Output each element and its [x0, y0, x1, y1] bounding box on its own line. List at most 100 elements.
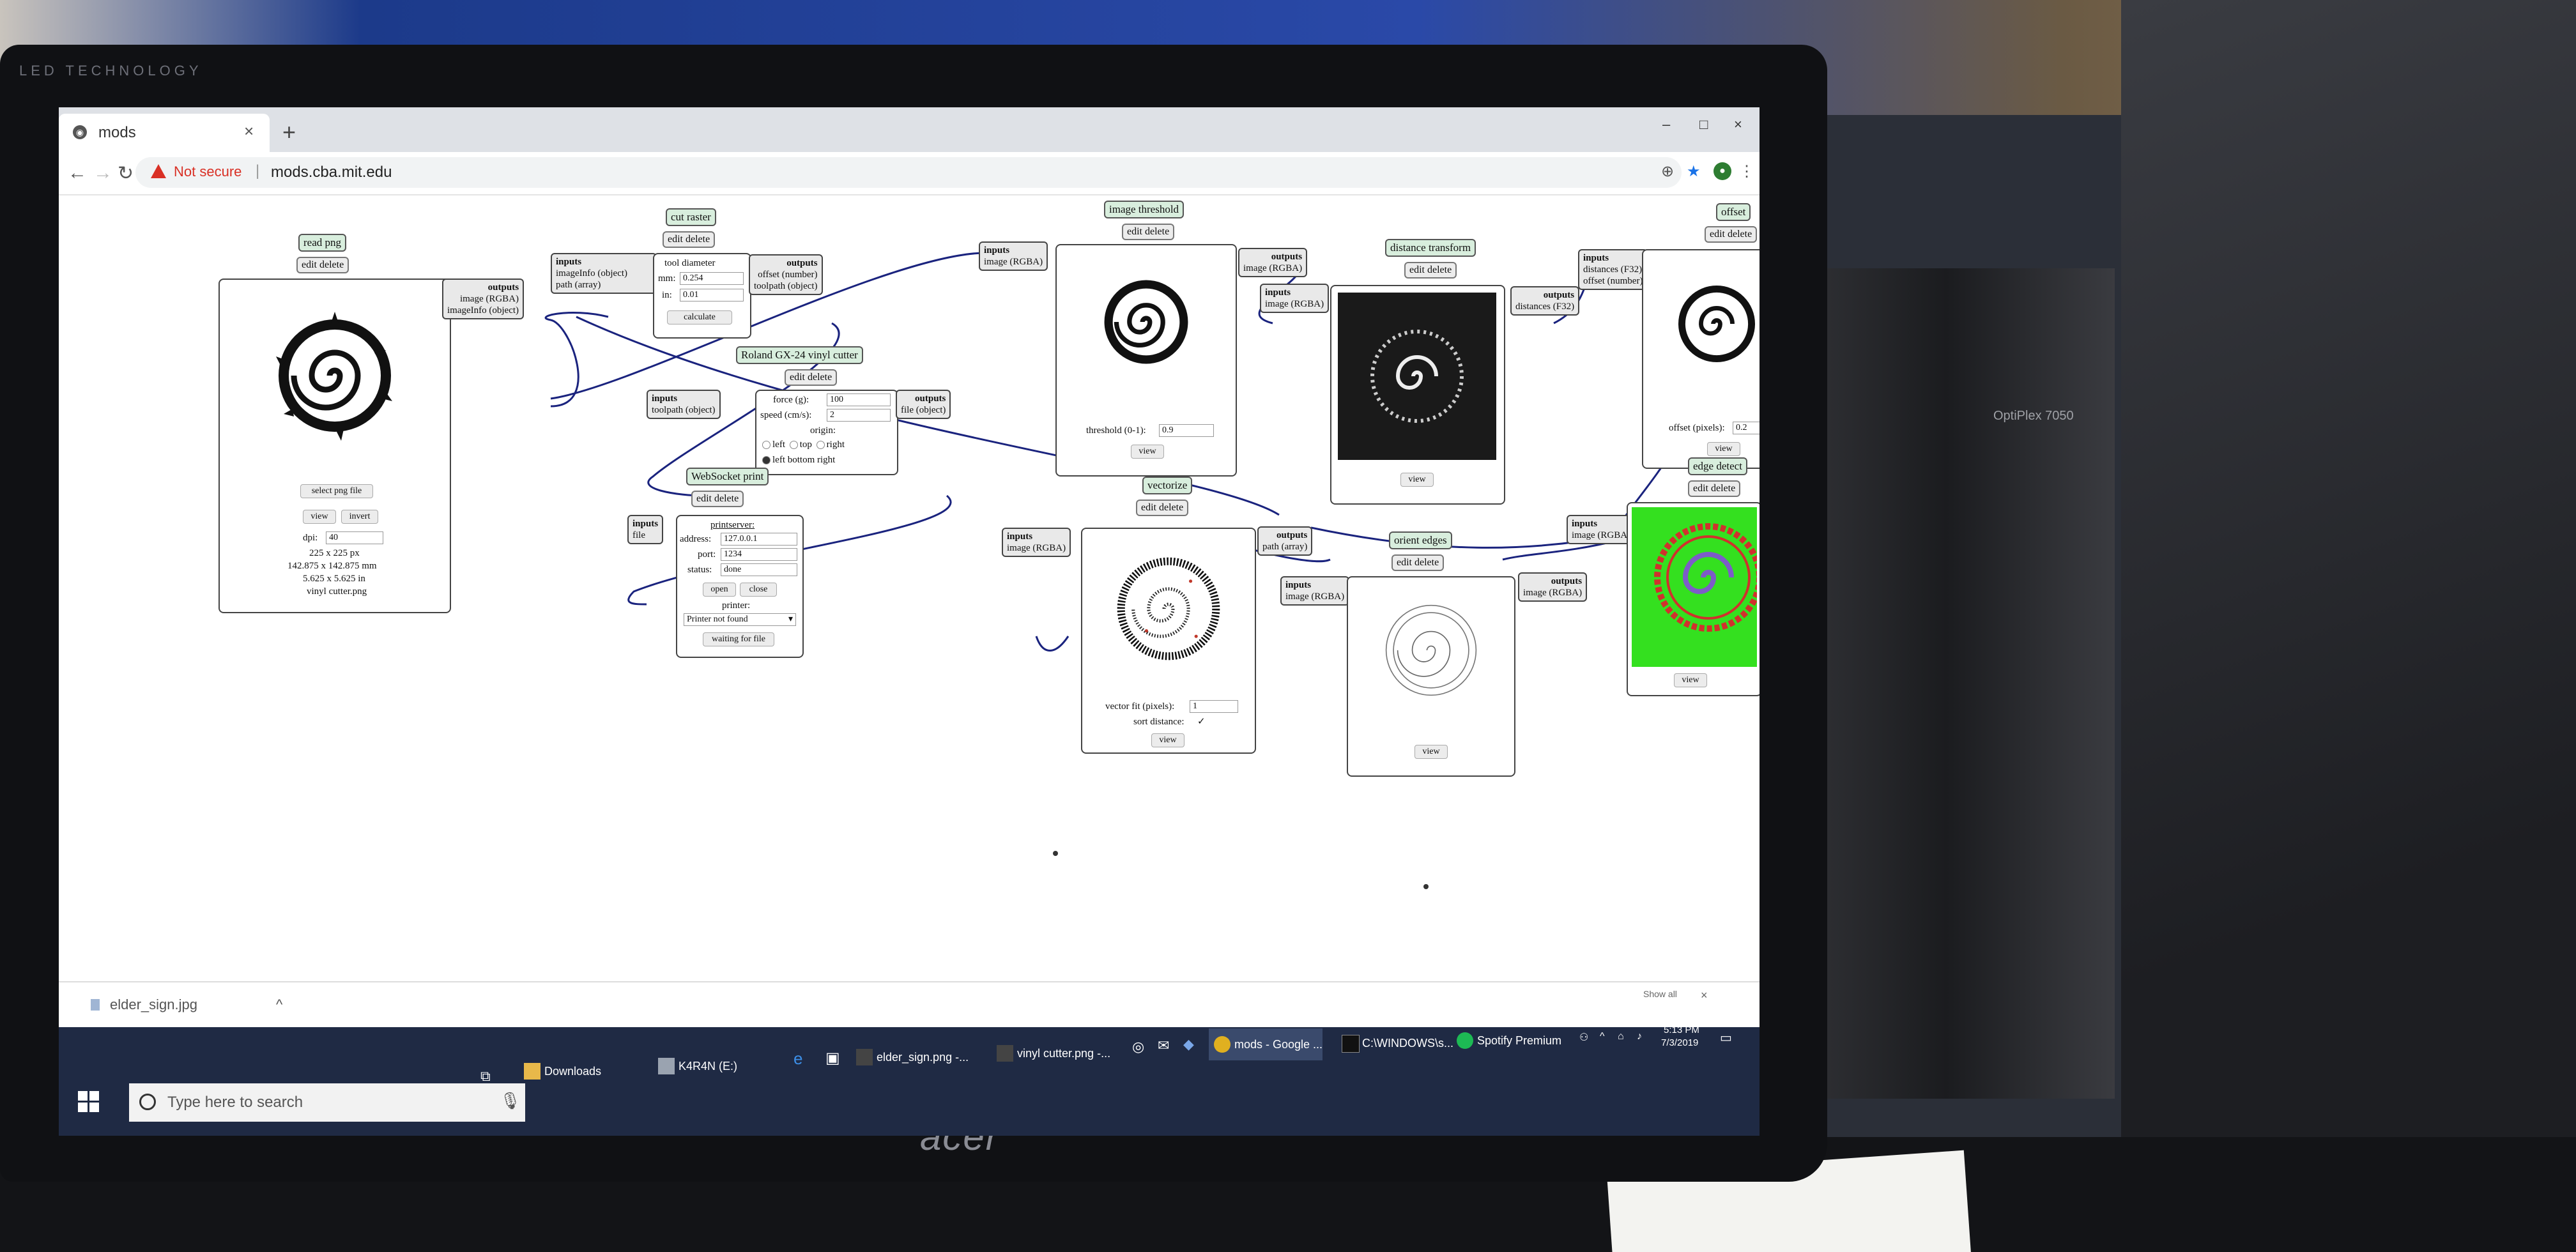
input-image-rgba[interactable]: image (RGBA) — [1285, 591, 1344, 602]
origin-radio-top-right[interactable] — [816, 441, 825, 450]
origin-radio-bottom-left[interactable] — [762, 456, 770, 465]
printer-select[interactable]: Printer not found ▾ — [684, 613, 796, 626]
taskbar-item-elder-sign[interactable]: elder_sign.png -... — [851, 1041, 969, 1073]
distance-transform-edit-delete[interactable]: edit delete — [1404, 262, 1457, 279]
orient-edges-inputs[interactable]: inputs image (RGBA) — [1280, 576, 1350, 606]
input-path[interactable]: path (array) — [556, 279, 652, 291]
roland-outputs[interactable]: outputs file (object) — [896, 390, 951, 419]
clock-time[interactable]: 5:13 PM — [1664, 1025, 1699, 1035]
orient-edges-title[interactable]: orient edges — [1389, 531, 1452, 549]
vectorize-outputs[interactable]: outputs path (array) — [1257, 526, 1313, 556]
notification-icon[interactable]: ▭ — [1720, 1030, 1732, 1046]
edge-detect-view-button[interactable]: view — [1674, 673, 1707, 687]
people-icon[interactable]: ⚇ — [1579, 1031, 1588, 1044]
network-icon[interactable]: ⌂ — [1618, 1031, 1624, 1042]
input-file[interactable]: file — [632, 530, 658, 541]
forward-arrow-icon[interactable]: → — [93, 162, 112, 184]
windows-start-icon[interactable] — [78, 1091, 100, 1113]
output-image-rgba[interactable]: image (RGBA) — [1243, 263, 1302, 274]
taskbar-item-drive[interactable]: K4R4N (E:) — [653, 1050, 737, 1082]
safari-icon[interactable]: ◎ — [1132, 1039, 1144, 1055]
downloads-close-icon[interactable]: × — [1701, 989, 1708, 1002]
read-png-invert-button[interactable]: invert — [341, 510, 378, 524]
tab-mods[interactable]: ◉ mods × — [59, 114, 270, 152]
show-all-link[interactable]: Show all — [1643, 989, 1677, 999]
input-image-rgba[interactable]: image (RGBA) — [1007, 542, 1066, 554]
address-input[interactable]: 127.0.0.1 — [721, 533, 797, 546]
output-path[interactable]: path (array) — [1262, 541, 1307, 553]
image-threshold-title[interactable]: image threshold — [1104, 201, 1184, 218]
roland-edit-delete[interactable]: edit delete — [785, 369, 838, 386]
input-offset[interactable]: offset (number) — [1583, 275, 1643, 287]
output-offset[interactable]: offset (number) — [754, 269, 817, 280]
roland-title[interactable]: Roland GX-24 vinyl cutter — [736, 346, 863, 364]
distance-transform-inputs[interactable]: inputs image (RGBA) — [1260, 284, 1330, 313]
new-tab-button[interactable]: + — [282, 119, 296, 146]
close-window-button[interactable]: × — [1734, 116, 1742, 133]
threshold-view-button[interactable]: view — [1131, 445, 1164, 459]
threshold-input[interactable]: 0.9 — [1159, 424, 1214, 437]
microphone-icon[interactable]: 🎙 — [500, 1091, 521, 1111]
read-png-edit-delete[interactable]: edit delete — [296, 257, 349, 273]
read-png-outputs[interactable]: outputs image (RGBA) imageInfo (object) — [442, 279, 525, 319]
orient-edges-view-button[interactable]: view — [1414, 745, 1448, 759]
input-image-rgba[interactable]: image (RGBA) — [984, 256, 1043, 268]
task-view-icon[interactable]: ⧉ — [480, 1068, 491, 1085]
vectorize-inputs[interactable]: inputs image (RGBA) — [1002, 528, 1071, 557]
tray-chevron-icon[interactable]: ^ — [1600, 1031, 1605, 1042]
input-toolpath[interactable]: toolpath (object) — [652, 404, 716, 416]
dpi-input[interactable]: 40 — [326, 531, 383, 544]
minimize-button[interactable]: – — [1662, 116, 1670, 133]
taskbar-search-box[interactable]: Type here to search 🎙 — [129, 1083, 525, 1122]
open-button[interactable]: open — [703, 583, 736, 597]
image-threshold-edit-delete[interactable]: edit delete — [1122, 224, 1175, 240]
taskbar-item-vinyl-cutter[interactable]: vinyl cutter.png -... — [992, 1037, 1110, 1069]
offset-view-button[interactable]: view — [1707, 442, 1740, 456]
taskbar-item-chrome[interactable]: mods - Google ... — [1209, 1028, 1323, 1060]
input-imageinfo[interactable]: imageInfo (object) — [556, 268, 652, 279]
origin-radio-top-left[interactable] — [762, 441, 770, 450]
download-chevron-icon[interactable]: ^ — [276, 996, 282, 1013]
read-png-title[interactable]: read png — [298, 234, 347, 252]
distance-transform-outputs[interactable]: outputs distances (F32) — [1510, 286, 1580, 316]
mm-input[interactable]: 0.254 — [680, 272, 744, 285]
output-imageinfo[interactable]: imageInfo (object) — [447, 305, 519, 316]
edge-browser-icon[interactable]: e — [793, 1049, 802, 1069]
origin-radio-top[interactable] — [789, 441, 798, 450]
cut-raster-title[interactable]: cut raster — [666, 208, 716, 226]
force-input[interactable]: 100 — [827, 393, 891, 406]
output-image-rgba[interactable]: image (RGBA) — [447, 293, 519, 305]
image-threshold-inputs[interactable]: inputs image (RGBA) — [979, 241, 1048, 271]
roland-inputs[interactable]: inputs toolpath (object) — [647, 390, 721, 419]
clock-date[interactable]: 7/3/2019 — [1661, 1037, 1698, 1048]
input-image-rgba[interactable]: image (RGBA) — [1572, 530, 1630, 541]
store-icon[interactable]: ▣ — [825, 1049, 840, 1067]
profile-avatar[interactable]: ● — [1713, 162, 1731, 180]
output-toolpath[interactable]: toolpath (object) — [754, 280, 818, 292]
close-button[interactable]: close — [740, 583, 777, 597]
output-distances[interactable]: distances (F32) — [1515, 301, 1574, 312]
url-text[interactable]: mods.cba.mit.edu — [271, 164, 392, 181]
mail-icon[interactable]: ✉ — [1158, 1037, 1169, 1054]
in-input[interactable]: 0.01 — [680, 289, 744, 302]
orient-edges-edit-delete[interactable]: edit delete — [1392, 554, 1445, 571]
image-threshold-outputs[interactable]: outputs image (RGBA) — [1238, 248, 1308, 277]
maximize-button[interactable]: □ — [1699, 116, 1708, 133]
bookmark-star-icon[interactable]: ★ — [1687, 162, 1701, 181]
websocket-inputs[interactable]: inputs file — [627, 515, 664, 544]
taskbar-item-cmd[interactable]: C:\WINDOWS\s... — [1337, 1027, 1453, 1059]
sort-distance-checkbox[interactable]: ✓ — [1197, 715, 1206, 728]
input-image-rgba[interactable]: image (RGBA) — [1265, 298, 1324, 310]
download-item[interactable]: elder_sign.jpg — [110, 996, 197, 1013]
mods-canvas[interactable]: read png edit delete select png file vie… — [59, 195, 1759, 981]
read-png-view-button[interactable]: view — [303, 510, 336, 524]
input-distances[interactable]: distances (F32) — [1583, 264, 1643, 275]
offset-title[interactable]: offset — [1716, 203, 1751, 221]
vector-fit-input[interactable]: 1 — [1190, 700, 1238, 713]
volume-icon[interactable]: ♪ — [1637, 1031, 1642, 1042]
address-bar[interactable]: Not secure | mods.cba.mit.edu — [135, 157, 1682, 188]
not-secure-label[interactable]: Not secure — [174, 164, 241, 180]
select-png-file-button[interactable]: select png file — [300, 484, 373, 498]
offset-pixels-input[interactable]: 0.2 — [1733, 422, 1759, 434]
websocket-edit-delete[interactable]: edit delete — [691, 491, 744, 507]
